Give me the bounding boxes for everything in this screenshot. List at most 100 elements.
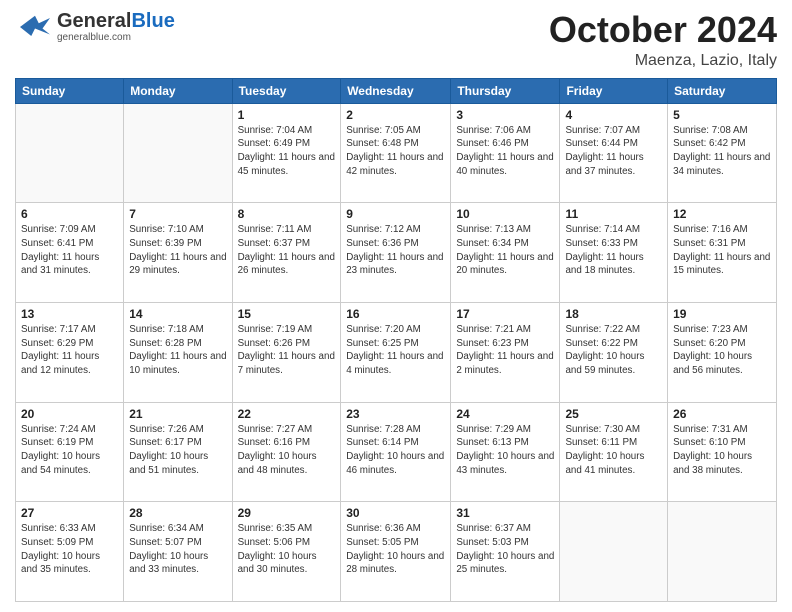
calendar-cell: 14 Sunrise: 7:18 AMSunset: 6:28 PMDayligh… <box>124 302 232 402</box>
day-number: 8 <box>238 207 336 221</box>
day-info: Sunrise: 7:31 AMSunset: 6:10 PMDaylight:… <box>673 423 771 478</box>
day-info: Sunrise: 7:06 AMSunset: 6:46 PMDaylight:… <box>456 124 554 179</box>
day-number: 10 <box>456 207 554 221</box>
title-block: October 2024 Maenza, Lazio, Italy <box>549 10 777 70</box>
calendar-cell: 18 Sunrise: 7:22 AMSunset: 6:22 PMDayligh… <box>560 302 668 402</box>
day-number: 3 <box>456 108 554 122</box>
logo-icon <box>15 12 55 42</box>
calendar-cell: 19 Sunrise: 7:23 AMSunset: 6:20 PMDayligh… <box>668 302 777 402</box>
weekday-header-saturday: Saturday <box>668 78 777 103</box>
day-number: 4 <box>565 108 662 122</box>
day-number: 11 <box>565 207 662 221</box>
weekday-header-monday: Monday <box>124 78 232 103</box>
day-number: 18 <box>565 307 662 321</box>
page-header: GeneralBlue generalblue.com October 2024… <box>15 10 777 70</box>
calendar-cell: 22 Sunrise: 7:27 AMSunset: 6:16 PMDayligh… <box>232 402 341 502</box>
day-number: 6 <box>21 207 118 221</box>
calendar-cell: 25 Sunrise: 7:30 AMSunset: 6:11 PMDayligh… <box>560 402 668 502</box>
day-number: 21 <box>129 407 226 421</box>
day-number: 14 <box>129 307 226 321</box>
day-number: 16 <box>346 307 445 321</box>
calendar-cell: 3 Sunrise: 7:06 AMSunset: 6:46 PMDaylight… <box>451 103 560 203</box>
day-info: Sunrise: 7:30 AMSunset: 6:11 PMDaylight:… <box>565 423 662 478</box>
day-number: 30 <box>346 506 445 520</box>
calendar-cell: 23 Sunrise: 7:28 AMSunset: 6:14 PMDayligh… <box>341 402 451 502</box>
day-info: Sunrise: 7:26 AMSunset: 6:17 PMDaylight:… <box>129 423 226 478</box>
calendar-cell: 8 Sunrise: 7:11 AMSunset: 6:37 PMDaylight… <box>232 203 341 303</box>
weekday-header-thursday: Thursday <box>451 78 560 103</box>
calendar-cell: 29 Sunrise: 6:35 AMSunset: 5:06 PMDayligh… <box>232 502 341 602</box>
day-number: 1 <box>238 108 336 122</box>
day-number: 17 <box>456 307 554 321</box>
calendar-cell: 31Sunrise: 6:37 AMSunset: 5:03 PMDayligh… <box>451 502 560 602</box>
day-number: 13 <box>21 307 118 321</box>
day-info: Sunrise: 7:29 AMSunset: 6:13 PMDaylight:… <box>456 423 554 478</box>
location-title: Maenza, Lazio, Italy <box>549 52 777 70</box>
day-info: Sunrise: 7:18 AMSunset: 6:28 PMDaylight:… <box>129 323 226 378</box>
calendar-cell <box>560 502 668 602</box>
day-info: Sunrise: 7:14 AMSunset: 6:33 PMDaylight:… <box>565 223 662 278</box>
day-number: 15 <box>238 307 336 321</box>
month-title: October 2024 <box>549 10 777 50</box>
calendar-cell: 21 Sunrise: 7:26 AMSunset: 6:17 PMDayligh… <box>124 402 232 502</box>
day-number: 22 <box>238 407 336 421</box>
day-number: 31 <box>456 506 554 520</box>
day-number: 9 <box>346 207 445 221</box>
day-info: Sunrise: 7:11 AMSunset: 6:37 PMDaylight:… <box>238 223 336 278</box>
calendar-cell: 11 Sunrise: 7:14 AMSunset: 6:33 PMDayligh… <box>560 203 668 303</box>
day-info: Sunrise: 6:36 AMSunset: 5:05 PMDaylight:… <box>346 522 445 577</box>
weekday-header-friday: Friday <box>560 78 668 103</box>
day-number: 12 <box>673 207 771 221</box>
day-number: 24 <box>456 407 554 421</box>
day-info: Sunrise: 7:21 AMSunset: 6:23 PMDaylight:… <box>456 323 554 378</box>
day-info: Sunrise: 7:08 AMSunset: 6:42 PMDaylight:… <box>673 124 771 179</box>
calendar-cell <box>16 103 124 203</box>
day-info: Sunrise: 7:20 AMSunset: 6:25 PMDaylight:… <box>346 323 445 378</box>
day-info: Sunrise: 7:27 AMSunset: 6:16 PMDaylight:… <box>238 423 336 478</box>
calendar-cell: 17 Sunrise: 7:21 AMSunset: 6:23 PMDayligh… <box>451 302 560 402</box>
day-number: 5 <box>673 108 771 122</box>
logo-tagline: generalblue.com <box>57 32 175 43</box>
weekday-header-wednesday: Wednesday <box>341 78 451 103</box>
calendar-cell: 30 Sunrise: 6:36 AMSunset: 5:05 PMDayligh… <box>341 502 451 602</box>
weekday-header-tuesday: Tuesday <box>232 78 341 103</box>
day-number: 28 <box>129 506 226 520</box>
day-number: 20 <box>21 407 118 421</box>
day-info: Sunrise: 6:33 AMSunset: 5:09 PMDaylight:… <box>21 522 118 577</box>
day-number: 29 <box>238 506 336 520</box>
day-info: Sunrise: 7:22 AMSunset: 6:22 PMDaylight:… <box>565 323 662 378</box>
day-number: 23 <box>346 407 445 421</box>
day-number: 25 <box>565 407 662 421</box>
calendar-table: SundayMondayTuesdayWednesdayThursdayFrid… <box>15 78 777 602</box>
day-info: Sunrise: 7:16 AMSunset: 6:31 PMDaylight:… <box>673 223 771 278</box>
calendar-cell: 1 Sunrise: 7:04 AMSunset: 6:49 PMDaylight… <box>232 103 341 203</box>
day-info: Sunrise: 7:09 AMSunset: 6:41 PMDaylight:… <box>21 223 118 278</box>
calendar-cell: 15 Sunrise: 7:19 AMSunset: 6:26 PMDayligh… <box>232 302 341 402</box>
day-number: 26 <box>673 407 771 421</box>
calendar-cell: 9 Sunrise: 7:12 AMSunset: 6:36 PMDaylight… <box>341 203 451 303</box>
calendar-cell: 20Sunrise: 7:24 AMSunset: 6:19 PMDayligh… <box>16 402 124 502</box>
calendar-cell: 2 Sunrise: 7:05 AMSunset: 6:48 PMDaylight… <box>341 103 451 203</box>
calendar-cell: 10Sunrise: 7:13 AMSunset: 6:34 PMDayligh… <box>451 203 560 303</box>
calendar-cell: 28 Sunrise: 6:34 AMSunset: 5:07 PMDayligh… <box>124 502 232 602</box>
calendar-cell: 12 Sunrise: 7:16 AMSunset: 6:31 PMDayligh… <box>668 203 777 303</box>
day-number: 2 <box>346 108 445 122</box>
calendar-cell: 26 Sunrise: 7:31 AMSunset: 6:10 PMDayligh… <box>668 402 777 502</box>
day-info: Sunrise: 7:17 AMSunset: 6:29 PMDaylight:… <box>21 323 118 378</box>
day-info: Sunrise: 7:07 AMSunset: 6:44 PMDaylight:… <box>565 124 662 179</box>
day-info: Sunrise: 7:23 AMSunset: 6:20 PMDaylight:… <box>673 323 771 378</box>
calendar-cell: 27Sunrise: 6:33 AMSunset: 5:09 PMDayligh… <box>16 502 124 602</box>
day-info: Sunrise: 7:05 AMSunset: 6:48 PMDaylight:… <box>346 124 445 179</box>
calendar-cell: 4 Sunrise: 7:07 AMSunset: 6:44 PMDaylight… <box>560 103 668 203</box>
day-info: Sunrise: 6:34 AMSunset: 5:07 PMDaylight:… <box>129 522 226 577</box>
day-info: Sunrise: 7:04 AMSunset: 6:49 PMDaylight:… <box>238 124 336 179</box>
calendar-cell: 13 Sunrise: 7:17 AMSunset: 6:29 PMDayligh… <box>16 302 124 402</box>
day-number: 19 <box>673 307 771 321</box>
calendar-cell: 6 Sunrise: 7:09 AMSunset: 6:41 PMDaylight… <box>16 203 124 303</box>
weekday-header-sunday: Sunday <box>16 78 124 103</box>
day-info: Sunrise: 7:12 AMSunset: 6:36 PMDaylight:… <box>346 223 445 278</box>
day-info: Sunrise: 7:19 AMSunset: 6:26 PMDaylight:… <box>238 323 336 378</box>
day-info: Sunrise: 7:28 AMSunset: 6:14 PMDaylight:… <box>346 423 445 478</box>
logo-text: GeneralBlue <box>57 10 175 32</box>
day-info: Sunrise: 6:35 AMSunset: 5:06 PMDaylight:… <box>238 522 336 577</box>
